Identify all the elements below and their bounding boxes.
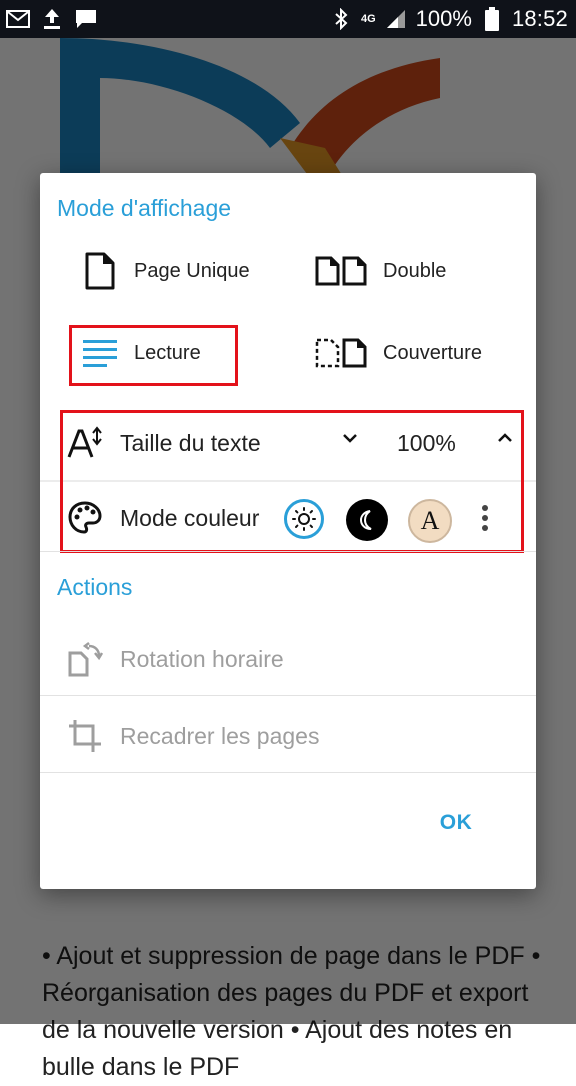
action-rotate[interactable]: Rotation horaire	[40, 619, 536, 695]
highlight-reading-option	[69, 325, 238, 386]
network-type: 4G	[360, 12, 376, 25]
signal-icon	[384, 7, 408, 31]
option-cover-label: Couverture	[383, 341, 482, 364]
status-bar: 4G 100% 18:52	[0, 0, 576, 38]
option-single-page-label: Page Unique	[134, 259, 250, 282]
divider	[40, 551, 536, 552]
actions-title: Actions	[57, 574, 133, 600]
highlight-text-color-settings	[60, 410, 524, 553]
clock: 18:52	[511, 6, 568, 31]
single-page-icon	[80, 251, 120, 291]
crop-icon	[67, 718, 103, 759]
action-crop[interactable]: Recadrer les pages	[40, 696, 536, 772]
action-rotate-label: Rotation horaire	[120, 646, 284, 672]
option-double-page[interactable]: Double	[313, 243, 446, 299]
display-mode-title: Mode d'affichage	[57, 195, 232, 221]
rotate-clockwise-icon	[67, 641, 104, 682]
divider	[40, 772, 536, 773]
double-page-icon	[313, 251, 369, 291]
option-single-page[interactable]: Page Unique	[80, 243, 250, 299]
status-bar-system: 4G 100% 18:52	[329, 6, 568, 32]
upload-icon	[40, 7, 64, 31]
bluetooth-icon	[329, 7, 353, 31]
action-crop-label: Recadrer les pages	[120, 723, 320, 749]
message-icon	[74, 7, 98, 31]
battery-icon	[480, 7, 504, 31]
ok-button[interactable]: OK	[426, 803, 486, 843]
option-cover[interactable]: Couverture	[313, 325, 482, 381]
battery-percent: 100%	[415, 6, 472, 31]
option-double-page-label: Double	[383, 259, 447, 282]
cover-page-icon	[313, 333, 369, 373]
status-bar-notifications	[6, 7, 98, 31]
view-options-dialog: Mode d'affichage Page Unique Double Lect…	[40, 173, 536, 889]
gmail-icon	[6, 7, 30, 31]
